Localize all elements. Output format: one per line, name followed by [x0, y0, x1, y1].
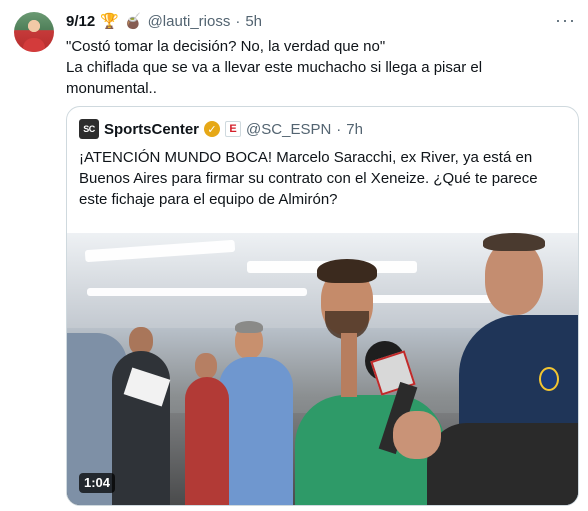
quoted-tweet-header: SC SportsCenter ✓ E @SC_ESPN · 7h — [79, 119, 363, 139]
separator-dot: · — [235, 12, 241, 30]
mate-emoji: 🧉 — [123, 12, 143, 30]
quoted-tweet-text: ¡ATENCIÓN MUNDO BOCA! Marcelo Saracchi, … — [79, 147, 569, 210]
quoted-display-name[interactable]: SportsCenter — [104, 121, 199, 138]
quoted-tweet-timestamp[interactable]: 7h — [346, 121, 363, 138]
reporter-hand — [393, 411, 441, 459]
tweet-text: "Costó tomar la decisión? No, la verdad … — [66, 36, 571, 99]
person-head — [485, 241, 543, 315]
person-hair — [317, 259, 377, 283]
espn-affiliate-badge-icon: E — [225, 121, 242, 137]
quoted-text-line: este fichaje para el equipo de Almirón? — [79, 191, 338, 208]
person-neck — [341, 333, 357, 397]
user-avatar[interactable] — [14, 12, 54, 52]
reporter-sleeve — [427, 423, 578, 505]
tweet-text-line: La chiflada que se va a llevar este much… — [66, 59, 483, 76]
person-hair — [235, 321, 263, 333]
tweet-text-line: monumental.. — [66, 80, 157, 97]
boca-crest — [539, 367, 559, 391]
tweet[interactable]: 9/12 🏆 🧉 @lauti_rioss · 5h ··· "Costó to… — [0, 0, 588, 511]
person-head — [195, 353, 217, 379]
quoted-text-line: Buenos Aires para firmar su contrato con… — [79, 170, 538, 187]
person-shape — [185, 377, 229, 505]
quoted-tweet[interactable]: SC SportsCenter ✓ E @SC_ESPN · 7h ¡ATENC… — [66, 106, 579, 506]
trophy-emoji: 🏆 — [100, 12, 119, 30]
separator-dot: · — [336, 120, 342, 138]
gold-verified-badge-icon: ✓ — [204, 121, 221, 137]
more-options-icon[interactable]: ··· — [555, 10, 576, 31]
tweet-text-line: "Costó tomar la decisión? No, la verdad … — [66, 38, 386, 55]
user-handle[interactable]: @lauti_rioss — [148, 13, 231, 30]
quoted-text-line: ¡ATENCIÓN MUNDO BOCA! Marcelo Saracchi, … — [79, 149, 533, 166]
video-duration-badge: 1:04 — [79, 473, 116, 493]
quoted-user-handle[interactable]: @SC_ESPN — [246, 121, 331, 138]
tweet-header: 9/12 🏆 🧉 @lauti_rioss · 5h — [66, 11, 262, 31]
person-hair — [483, 233, 545, 251]
tweet-timestamp[interactable]: 5h — [245, 13, 262, 30]
sportscenter-avatar[interactable]: SC — [79, 119, 99, 139]
display-name[interactable]: 9/12 — [66, 13, 95, 30]
person-shape — [219, 357, 293, 505]
video-player[interactable]: 1:04 — [67, 233, 578, 505]
ceiling-light — [87, 288, 307, 296]
